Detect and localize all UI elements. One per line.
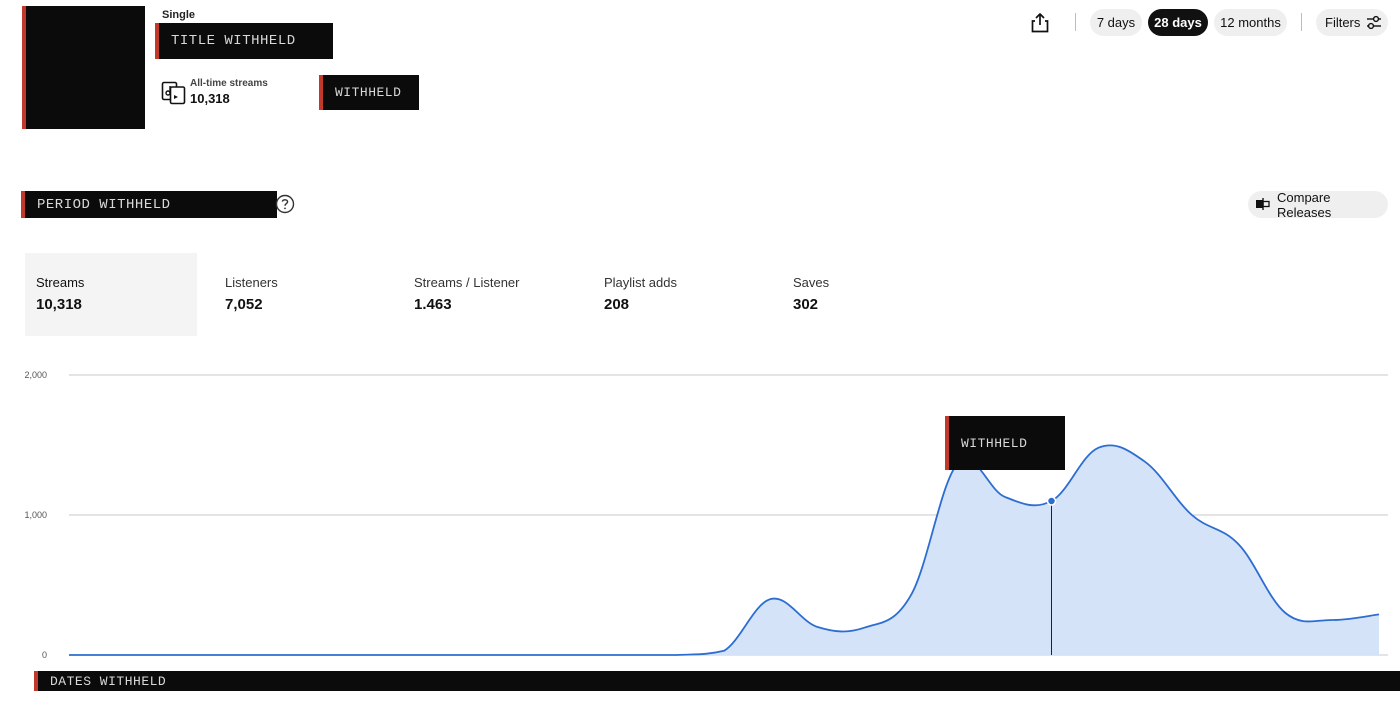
help-icon[interactable] [275,194,295,214]
metric-label: Listeners [225,275,278,290]
metric-tab-playlist-adds[interactable]: Playlist adds 208 [593,253,765,336]
metric-value: 10,318 [36,296,82,313]
toolbar-divider [1301,13,1302,31]
filters-label: Filters [1325,15,1361,30]
metric-value: 208 [604,296,630,313]
compare-releases-label: Compare Releases [1277,189,1332,220]
metric-label: Streams [36,275,85,290]
filters-button[interactable]: Filters [1316,9,1388,36]
metric-label: Saves [793,275,830,290]
y-tick-label: 0 [42,650,47,660]
chart-dates-redacted: DATES WITHHELD [34,671,1400,691]
release-title-redacted: TITLE WITHHELD [155,23,333,59]
alltime-streams-label: All-time streams [190,78,268,89]
metric-value: 7,052 [225,296,263,313]
metric-tab-listeners[interactable]: Listeners 7,052 [214,253,386,336]
toolbar-divider [1075,13,1076,31]
metric-value: 302 [793,296,819,313]
sliders-icon [1367,15,1381,30]
compare-icon [1256,198,1270,210]
streams-chart[interactable]: 0 1,000 2,000 [0,360,1400,703]
metric-label: Streams / Listener [414,275,520,290]
range-12-months-button[interactable]: 12 months [1214,9,1287,36]
album-cover [22,6,145,129]
y-tick-label: 1,000 [24,510,47,520]
alltime-streams-value: 10,318 [190,91,230,106]
metric-tab-streams-listener[interactable]: Streams / Listener 1.463 [403,253,575,336]
metric-value: 1.463 [414,296,452,313]
y-tick-label: 2,000 [24,370,47,380]
streams-area-fill [69,445,1379,655]
release-type-label: Single [162,9,196,21]
compare-releases-button[interactable]: Compare Releases [1248,189,1388,220]
range-7-days-button[interactable]: 7 days [1090,9,1142,36]
music-stream-icon [161,81,186,105]
metric-tab-streams[interactable]: Streams 10,318 [25,253,197,336]
range-28-days-button[interactable]: 28 days [1148,9,1208,36]
metric-tab-saves[interactable]: Saves 302 [782,253,954,336]
share-icon[interactable] [1028,10,1052,34]
period-redacted: PERIOD WITHHELD [21,191,277,218]
metric-label: Playlist adds [604,275,677,290]
chart-tooltip-redacted: WITHHELD [945,416,1065,470]
artist-redacted: WITHHELD [319,75,419,110]
